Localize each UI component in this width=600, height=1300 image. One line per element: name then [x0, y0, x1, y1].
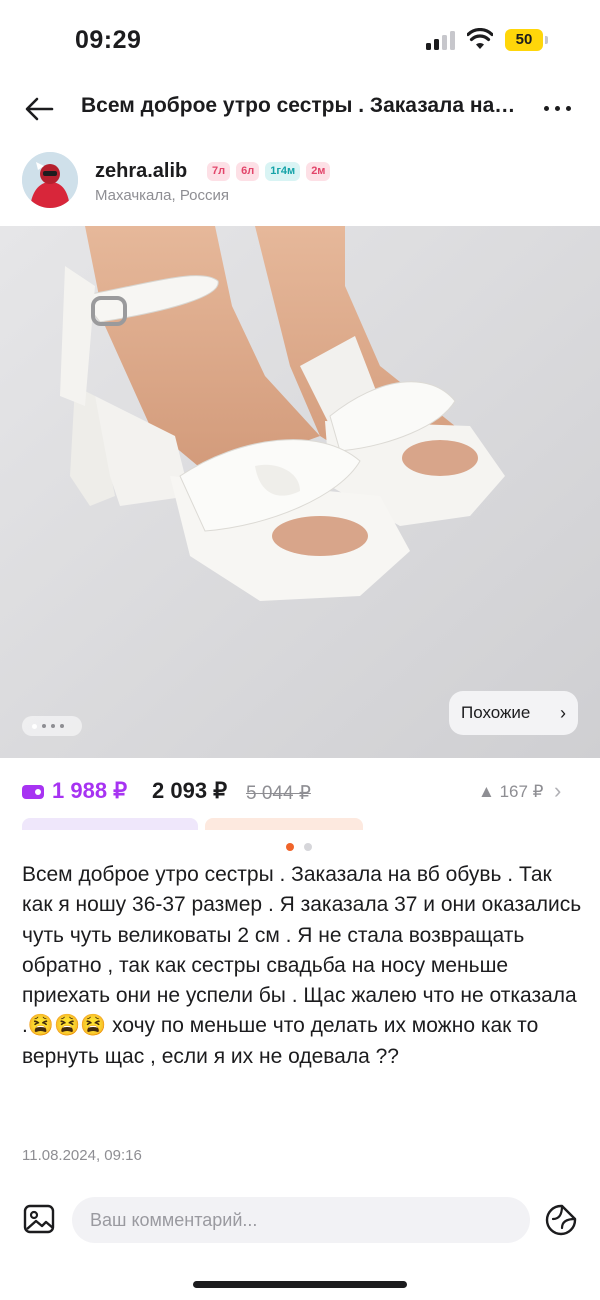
price-old: 5 044 ₽ [246, 783, 311, 804]
triangle-up-icon: ▲ [478, 782, 495, 801]
post-date: 11.08.2024, 09:16 [22, 1147, 142, 1164]
home-indicator [193, 1281, 407, 1288]
sandals-photo [0, 226, 600, 758]
cellular-signal-icon [426, 30, 456, 50]
avatar-image [22, 152, 78, 208]
username[interactable]: zehra.alib [95, 160, 187, 183]
status-bar: 09:29 50 [0, 0, 600, 80]
child-age-badges: 7л 6л 1г4м 2м [207, 162, 331, 181]
author-row: zehra.alib 7л 6л 1г4м 2м Махачкала, Росс… [0, 150, 600, 214]
sticker-icon[interactable] [543, 1202, 579, 1238]
product-price-row[interactable]: 1 988 ₽ 2 093 ₽ 5 044 ₽ ▲ 167 ₽ › [0, 772, 600, 812]
top-app-bar: Всем доброе утро сестры . Заказала на вб… [0, 82, 600, 136]
price-change-value: 167 ₽ [499, 782, 544, 801]
age-badge: 6л [236, 162, 260, 181]
carousel-indicator [286, 843, 316, 853]
arrow-left-icon[interactable] [20, 92, 60, 126]
wifi-icon [467, 28, 493, 49]
price-wallet: 1 988 ₽ [52, 778, 128, 803]
price-current: 2 093 ₽ [152, 778, 228, 803]
post-text-part: Всем доброе утро сестры . Заказала на вб… [22, 863, 582, 1038]
comment-input[interactable] [72, 1197, 530, 1243]
battery-indicator: 50 [505, 29, 543, 51]
status-time: 09:29 [75, 26, 142, 54]
page-title: Всем доброе утро сестры . Заказала на вб… [81, 94, 521, 117]
avatar[interactable] [22, 152, 78, 208]
age-badge: 2м [306, 162, 331, 181]
author-location: Махачкала, Россия [95, 187, 230, 204]
tired-face-emoji: 😫😫😫 [27, 1014, 107, 1038]
wallet-icon [22, 785, 44, 799]
image-icon[interactable] [22, 1202, 56, 1236]
post-photo[interactable]: Похожие › [0, 226, 600, 758]
age-badge: 7л [207, 162, 231, 181]
promo-chip[interactable] [205, 818, 363, 830]
battery-cap [545, 36, 548, 44]
comment-bar [0, 1192, 600, 1248]
more-dots-icon[interactable] [540, 96, 576, 122]
photo-pager [22, 716, 82, 736]
chevron-right-icon[interactable]: › [554, 778, 561, 804]
similar-button[interactable]: Похожие › [449, 691, 578, 735]
promo-chip[interactable] [22, 818, 198, 830]
post-body: Всем доброе утро сестры . Заказала на вб… [22, 860, 582, 1072]
price-change: ▲ 167 ₽ [478, 782, 543, 802]
similar-label: Похожие [461, 703, 531, 722]
age-badge: 1г4м [265, 162, 301, 181]
chevron-right-icon: › [560, 703, 566, 723]
